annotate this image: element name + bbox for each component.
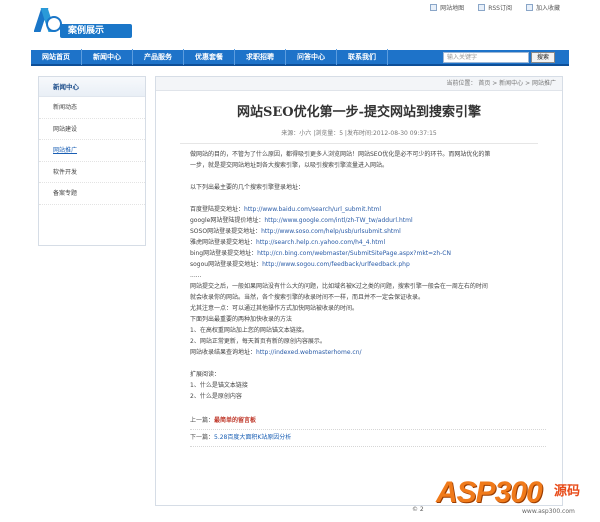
para-4: 下面列出最重要的两种加快收录的方法: [190, 316, 293, 323]
submit-link[interactable]: http://www.google.com/intl/zh-TW_tw/addu…: [264, 217, 412, 224]
para-1: 网站提交之后，一般如果网站没有什么大的问题，比如域名被K过之类的问题，搜索引擎一…: [190, 283, 488, 290]
search-button[interactable]: 搜索: [531, 52, 555, 63]
tip-1: 1、在高权重网站加上您的网站锚文本链接。: [190, 327, 308, 334]
sidebar-item-web-build[interactable]: 网站建设: [39, 119, 145, 140]
submit-row: SOSO网站登录提交地址：http://www.soso.com/help/us…: [190, 228, 401, 235]
watermark-url: www.asp300.com: [522, 508, 575, 515]
watermark-text: ASP300: [436, 476, 543, 509]
search-input[interactable]: 输入关键字: [443, 52, 529, 63]
divider: [190, 446, 546, 447]
extended-item[interactable]: 1、什么是锚文本链接: [190, 380, 546, 391]
breadcrumb: 当前位置： 首页 > 新闻中心 > 网站推广: [156, 77, 562, 91]
next-article: 下一篇：5.28百度大面积K站原因分析: [190, 434, 292, 441]
divider: [190, 429, 546, 430]
sidebar-item-software[interactable]: 软件开发: [39, 162, 145, 183]
extended-item[interactable]: 2、什么是原创内容: [190, 391, 546, 402]
article-meta: 来源：小六 |浏览量：5 |发布时间:2012-08-30 09:37:15: [281, 130, 437, 137]
article-title: 网站SEO优化第一步-提交网站到搜索引擎: [236, 105, 482, 120]
favorite-icon: [525, 4, 533, 11]
check-link[interactable]: http://indexed.webmasterhome.cn/: [256, 349, 362, 356]
watermark-side: 源码: [554, 484, 581, 499]
submit-row: google网站登陆提价地址：http://www.google.com/int…: [190, 217, 413, 224]
sitemap-icon: [430, 4, 438, 11]
favorite-link[interactable]: 加入收藏: [525, 3, 560, 12]
site-logo[interactable]: 案例展示: [34, 6, 132, 42]
sidebar-heading: 新闻中心: [39, 77, 145, 97]
nav-packages[interactable]: 优惠套餐: [184, 49, 235, 65]
meta-divider: [180, 143, 538, 144]
nav-home[interactable]: 网站首页: [31, 49, 82, 65]
submit-link[interactable]: http://www.sogou.com/feedback/urlfeedbac…: [262, 261, 410, 268]
sidebar-item-icp[interactable]: 备案专题: [39, 183, 145, 205]
nav-products[interactable]: 产品服务: [133, 49, 184, 65]
list-heading: 以下列出最主要的几个搜索引擎登录地址：: [190, 184, 305, 191]
prev-article-link[interactable]: 最简单的留言板: [214, 417, 256, 424]
para-2: 就会收录你的网站。当然，各个搜索引擎的收录时间不一样，而且并不一定会保证收录。: [190, 294, 425, 301]
rss-link[interactable]: RSS订阅: [478, 3, 512, 12]
nav-jobs[interactable]: 求职招聘: [235, 49, 286, 65]
sidebar-item-news[interactable]: 新闻动态: [39, 97, 145, 119]
logo-x-icon: [34, 8, 62, 32]
submit-link[interactable]: http://cn.bing.com/webmaster/SubmitSiteP…: [257, 250, 451, 257]
tip-2: 2、网站正常更新，每天首页有新的原创内容展示。: [190, 338, 326, 345]
submit-link[interactable]: http://search.help.cn.yahoo.com/h4_4.htm…: [256, 239, 385, 246]
logo-text: 案例展示: [60, 24, 132, 38]
article-panel: 当前位置： 首页 > 新闻中心 > 网站推广 网站SEO优化第一步-提交网站到搜…: [155, 76, 563, 506]
top-bar: 案例展示 网站地图 RSS订阅 加入收藏: [0, 0, 600, 42]
submit-link[interactable]: http://www.baidu.com/search/url_submit.h…: [244, 206, 381, 213]
extended-heading: 扩展阅读：: [190, 371, 221, 378]
nav-news[interactable]: 新闻中心: [82, 49, 133, 65]
submit-row: sogou网站登录提交地址：http://www.sogou.com/feedb…: [190, 261, 410, 268]
submit-row: 雅虎网站登录提交地址：http://search.help.cn.yahoo.c…: [190, 239, 386, 246]
rss-icon: [478, 4, 486, 11]
prev-article: 上一篇：最简单的留言板: [190, 417, 257, 424]
article-body: 做网站的目的，不管为了什么原因，都得吸引更多人浏览网站！网站SEO优化是必不可少…: [190, 149, 546, 447]
intro-line-1: 做网站的目的，不管为了什么原因，都得吸引更多人浏览网站！网站SEO优化是必不可少…: [190, 151, 491, 158]
nav-qa[interactable]: 问答中心: [286, 49, 337, 65]
copyright: © 2: [412, 506, 424, 513]
sidebar: 新闻中心 新闻动态 网站建设 网站推广 软件开发 备案专题: [38, 76, 146, 246]
submit-link[interactable]: http://www.soso.com/help/usb/urlsubmit.s…: [261, 228, 401, 235]
watermark-logo: ASP300 源码 www.asp300.com: [436, 470, 596, 518]
check-row: 网站收录结果查询地址：http://indexed.webmasterhome.…: [190, 349, 362, 356]
sidebar-item-promotion[interactable]: 网站推广: [39, 140, 145, 162]
sitemap-link[interactable]: 网站地图: [430, 3, 464, 12]
para-3: 尤其注意一点：可以通过其他操作方式加快网站被收录的时间。: [190, 305, 359, 312]
nav-contact[interactable]: 联系我们: [337, 49, 388, 65]
top-links: 网站地图 RSS订阅 加入收藏: [430, 3, 560, 12]
next-article-link[interactable]: 5.28百度大面积K站原因分析: [214, 434, 291, 441]
ellipsis: ......: [190, 272, 202, 279]
intro-line-2: 一步，就是提交网站地址到各大搜索引擎，以吸引搜索引擎流量进入网站。: [190, 162, 389, 169]
submit-row: bing网站登录提交地址：http://cn.bing.com/webmaste…: [190, 250, 451, 257]
submit-row: 百度登陆提交地址：http://www.baidu.com/search/url…: [190, 206, 382, 213]
